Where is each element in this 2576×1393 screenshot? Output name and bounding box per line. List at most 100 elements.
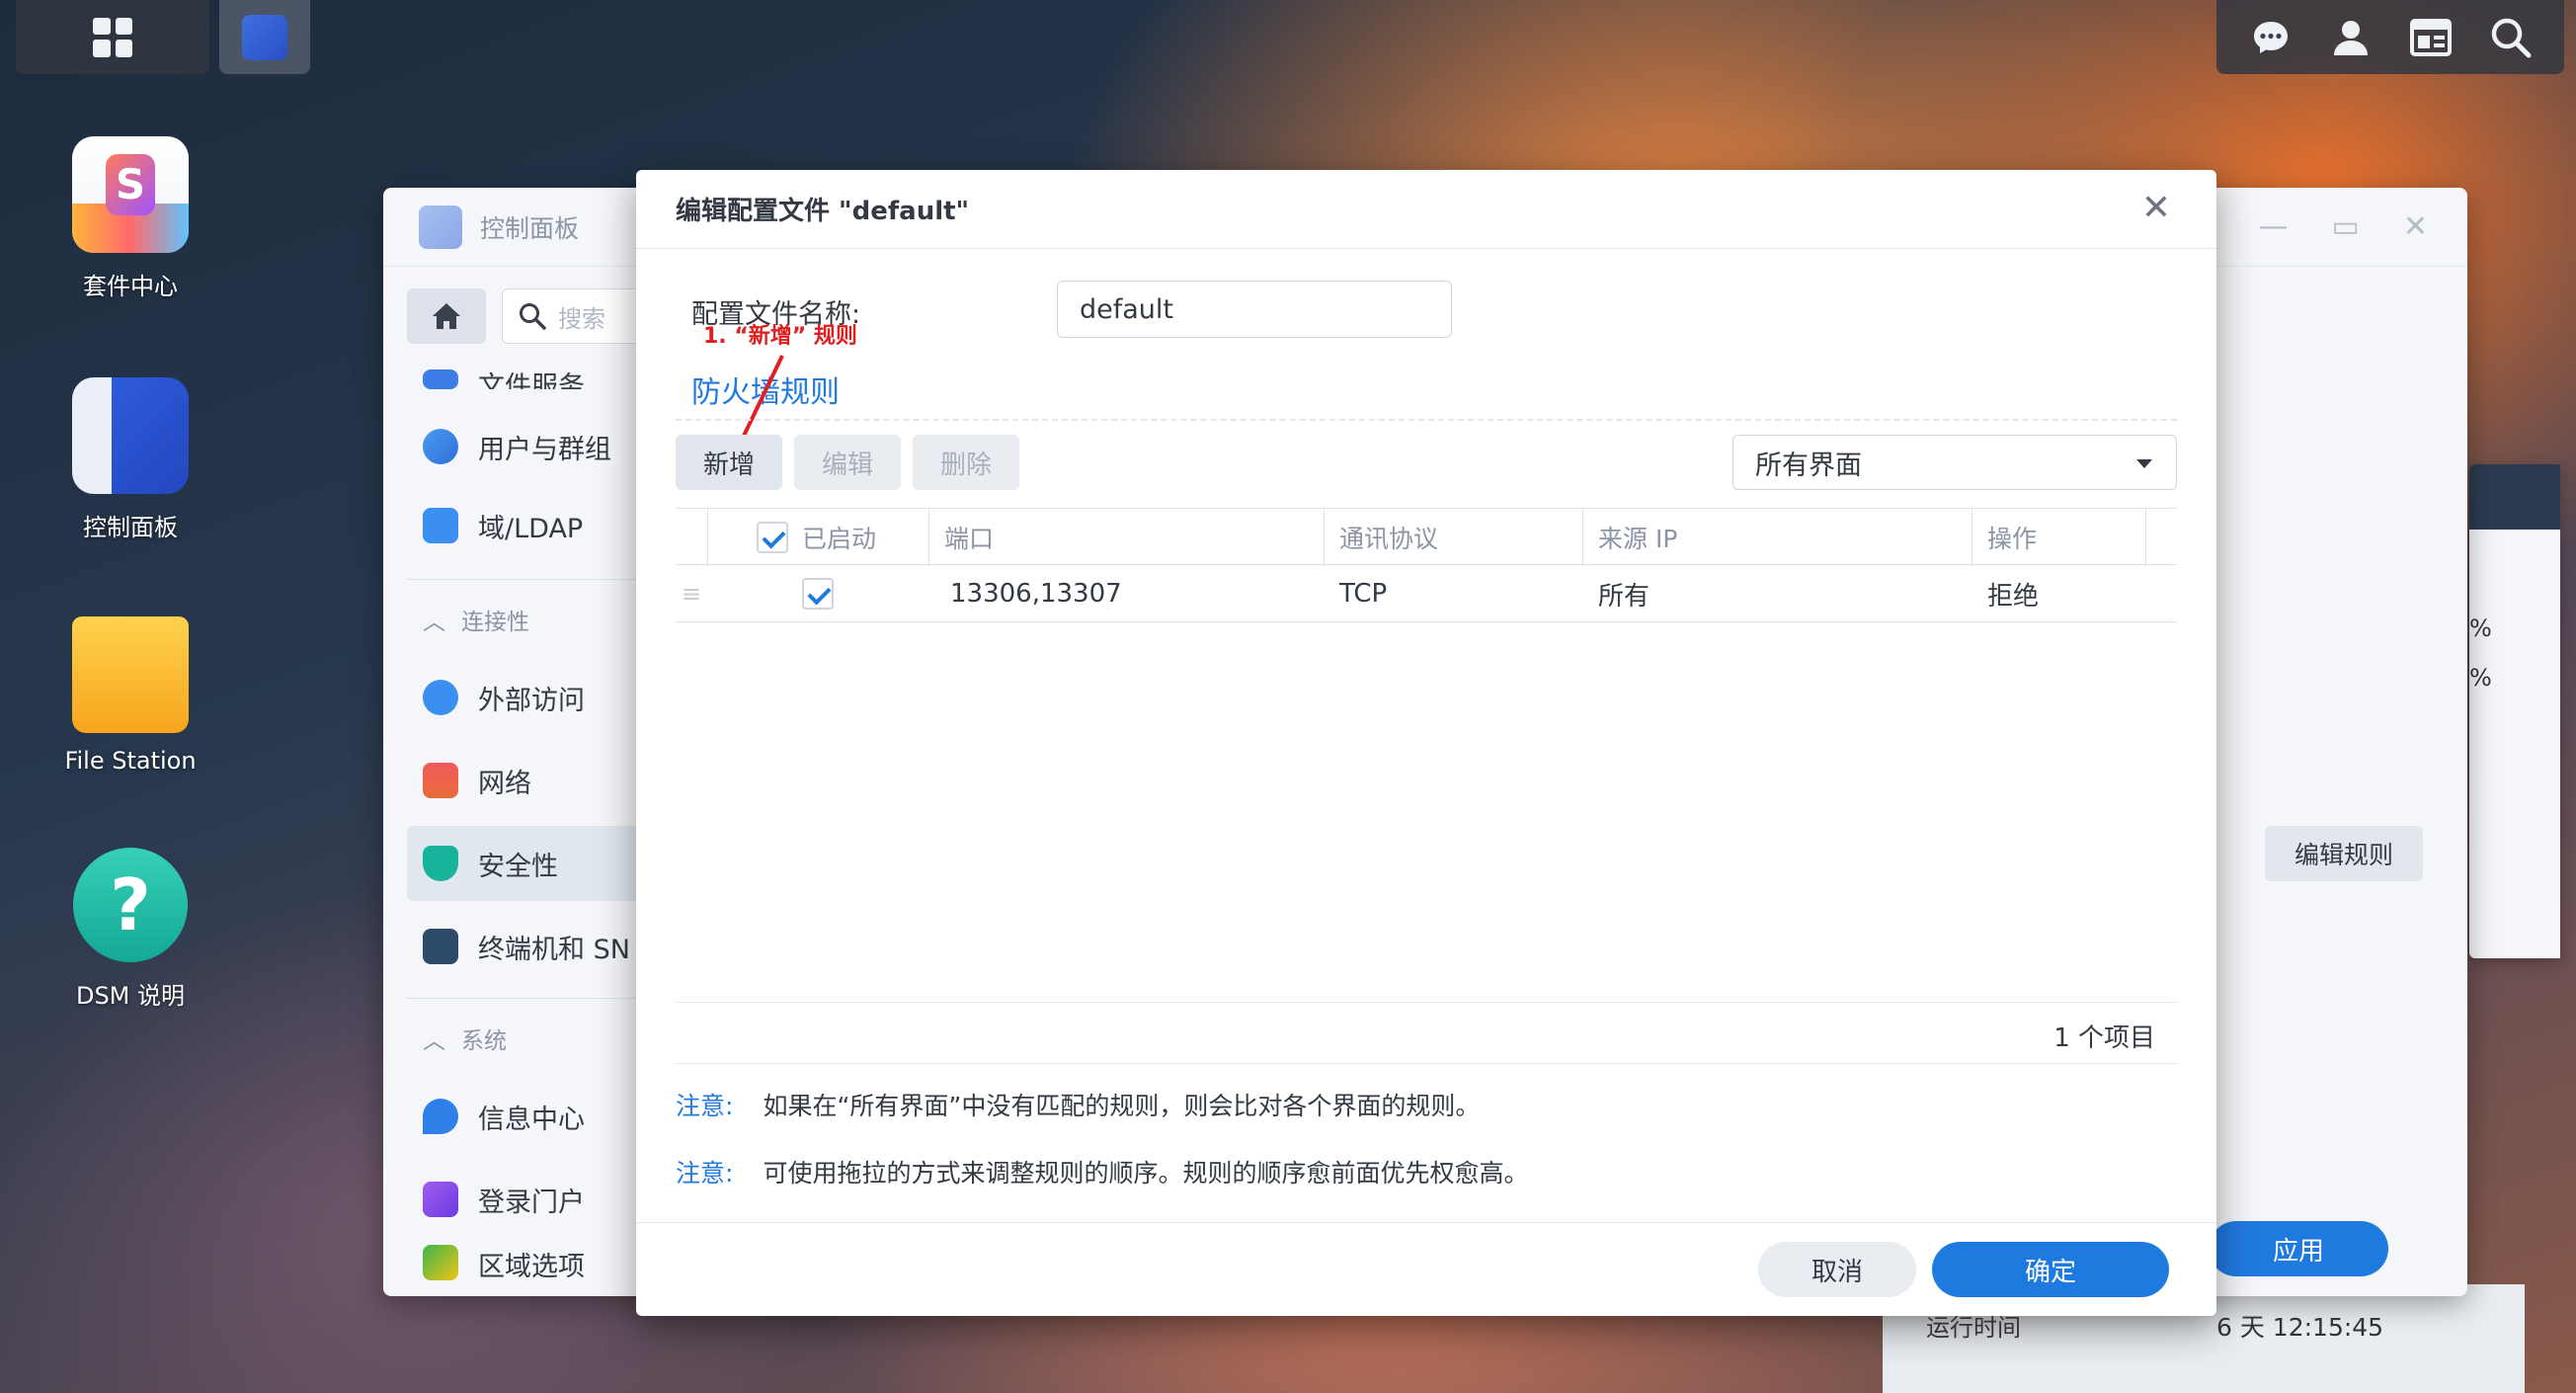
cancel-button[interactable]: 取消 <box>1758 1242 1916 1297</box>
header-port[interactable]: 端口 <box>944 509 994 566</box>
sidebar-item-label: 文件服务 <box>478 371 585 389</box>
header-enabled[interactable]: 已启动 <box>757 509 876 566</box>
edit-rules-button[interactable]: 编辑规则 <box>2265 826 2423 881</box>
profile-name-input[interactable] <box>1057 281 1452 338</box>
cell-protocol: TCP <box>1339 579 1388 609</box>
chevron-down-icon <box>2136 459 2152 468</box>
sidebar: 搜索 文件服务 用户与群组 域/LDAP ︿ 连接性 外部访问 网络 安全性 终… <box>383 267 699 1296</box>
table-footer-divider <box>676 1002 2177 1003</box>
notes-divider <box>676 1063 2177 1064</box>
sidebar-item-label: 终端机和 SN <box>478 934 630 965</box>
taskbar-control-panel-button[interactable] <box>219 0 310 74</box>
runtime-value: 6 天 12:15:45 <box>2216 1313 2384 1342</box>
desktop-icon-dsm-help[interactable]: ? DSM 说明 <box>40 848 221 1011</box>
chat-icon[interactable] <box>2249 16 2293 59</box>
firewall-rules-table: 已启动 端口 通讯协议 来源 IP 操作 ≡ 13306,13307 TCP 所… <box>676 508 2177 622</box>
sidebar-item-info-center[interactable]: 信息中心 <box>407 1079 664 1154</box>
search-icon[interactable] <box>2489 16 2533 59</box>
drag-handle-icon[interactable]: ≡ <box>682 565 701 622</box>
close-icon[interactable]: ✕ <box>2403 209 2428 244</box>
sidebar-item-terminal-snmp[interactable]: 终端机和 SN <box>407 909 664 984</box>
runtime-label: 运行时间 <box>1926 1314 2021 1342</box>
sidebar-item-domain-ldap[interactable]: 域/LDAP <box>407 488 664 563</box>
desktop-icon-control-panel[interactable]: 控制面板 <box>40 377 221 542</box>
desktop-icon-label: DSM 说明 <box>75 982 186 1010</box>
section-divider <box>676 419 2177 421</box>
desktop-icon-package-center[interactable]: S 套件中心 <box>40 136 221 301</box>
select-all-checkbox[interactable] <box>757 522 788 553</box>
desktop-icon-label: 控制面板 <box>83 514 178 541</box>
login-portal-icon <box>423 1182 458 1217</box>
sidebar-item-users-groups[interactable]: 用户与群组 <box>407 409 664 484</box>
sidebar-item-regional-options[interactable]: 区域选项 <box>407 1245 664 1284</box>
search-icon <box>520 303 546 330</box>
package-center-icon: S <box>72 136 189 253</box>
dialog-title: 编辑配置文件 "default" <box>676 197 970 226</box>
cell-port: 13306,13307 <box>950 579 1122 609</box>
domain-icon <box>423 508 458 543</box>
main-menu-button[interactable] <box>16 0 209 74</box>
sidebar-item-label: 安全性 <box>478 851 558 882</box>
widgets-icon[interactable] <box>2409 16 2453 59</box>
sidebar-divider <box>407 998 664 999</box>
sidebar-item-label: 登录门户 <box>478 1187 585 1218</box>
desktop-icon-file-station[interactable]: File Station <box>40 616 221 775</box>
sidebar-item-label: 域/LDAP <box>478 513 584 544</box>
interface-select[interactable]: 所有界面 <box>1732 435 2177 490</box>
widget-header <box>2469 464 2560 530</box>
edit-profile-dialog: 编辑配置文件 "default" ✕ 配置文件名称: 防火墙规则 1. “新增”… <box>636 170 2216 1316</box>
table-row[interactable]: ≡ 13306,13307 TCP 所有 拒绝 <box>676 565 2177 622</box>
header-source-ip[interactable]: 来源 IP <box>1598 509 1677 566</box>
folder-icon <box>72 616 189 733</box>
sidebar-item-label: 用户与群组 <box>478 434 611 465</box>
note-1: 注意: 如果在“所有界面”中没有匹配的规则，则会比对各个界面的规则。 <box>676 1087 1480 1122</box>
edit-rule-button[interactable]: 编辑 <box>794 435 901 490</box>
desktop-icon-label: File Station <box>64 747 197 775</box>
info-icon <box>423 1099 458 1134</box>
section-label: 连接性 <box>461 610 529 635</box>
note-2: 注意: 可使用拖拉的方式来调整规则的顺序。规则的顺序愈前面优先权愈高。 <box>676 1154 1528 1189</box>
widget-text: % <box>2469 615 2492 642</box>
dialog-header: 编辑配置文件 "default" <box>636 170 2216 249</box>
sidebar-item-label: 区域选项 <box>478 1252 585 1282</box>
delete-rule-button[interactable]: 删除 <box>913 435 1019 490</box>
sidebar-item-label: 网络 <box>478 768 531 799</box>
desktop-icon-label: 套件中心 <box>83 273 178 300</box>
user-icon[interactable] <box>2329 16 2373 59</box>
annotation-text: 1. “新增” 规则 <box>703 324 857 349</box>
sidebar-section-connectivity[interactable]: ︿ 连接性 <box>423 603 529 636</box>
note-label: 注意: <box>676 1159 734 1188</box>
sidebar-item-network[interactable]: 网络 <box>407 743 664 818</box>
add-rule-button[interactable]: 新增 <box>676 435 782 490</box>
ok-button[interactable]: 确定 <box>1932 1242 2169 1297</box>
row-enabled-checkbox[interactable] <box>802 565 834 622</box>
control-panel-icon <box>72 377 189 494</box>
sidebar-item-security[interactable]: 安全性 <box>407 826 664 901</box>
window-title: 控制面板 <box>480 213 580 243</box>
control-panel-icon <box>242 14 287 60</box>
control-panel-icon <box>419 205 462 249</box>
maximize-icon[interactable]: ▭ <box>2332 209 2360 244</box>
header-action[interactable]: 操作 <box>1987 509 2037 566</box>
sidebar-item-file-services[interactable]: 文件服务 <box>407 350 664 389</box>
sidebar-section-system[interactable]: ︿ 系统 <box>423 1022 507 1055</box>
window-controls: ? — ▭ ✕ <box>2200 209 2428 244</box>
header-protocol[interactable]: 通讯协议 <box>1339 509 1438 566</box>
minimize-icon[interactable]: — <box>2259 209 2289 244</box>
terminal-icon <box>423 929 458 964</box>
cell-action: 拒绝 <box>1987 581 2040 612</box>
item-count: 1 个项目 <box>2053 1024 2155 1053</box>
apply-button[interactable]: 应用 <box>2209 1221 2388 1276</box>
home-button[interactable] <box>407 288 486 344</box>
resource-widget <box>2469 464 2560 958</box>
sidebar-item-external-access[interactable]: 外部访问 <box>407 660 664 735</box>
external-access-icon <box>423 680 458 715</box>
grid-icon <box>93 17 132 57</box>
network-icon <box>423 763 458 798</box>
close-icon[interactable]: ✕ <box>2139 191 2173 226</box>
search-placeholder: 搜索 <box>558 304 605 333</box>
interface-select-value: 所有界面 <box>1755 450 1862 481</box>
note-text: 可使用拖拉的方式来调整规则的顺序。规则的顺序愈前面优先权愈高。 <box>763 1159 1529 1188</box>
sidebar-item-login-portal[interactable]: 登录门户 <box>407 1162 664 1237</box>
file-services-icon <box>423 369 458 389</box>
